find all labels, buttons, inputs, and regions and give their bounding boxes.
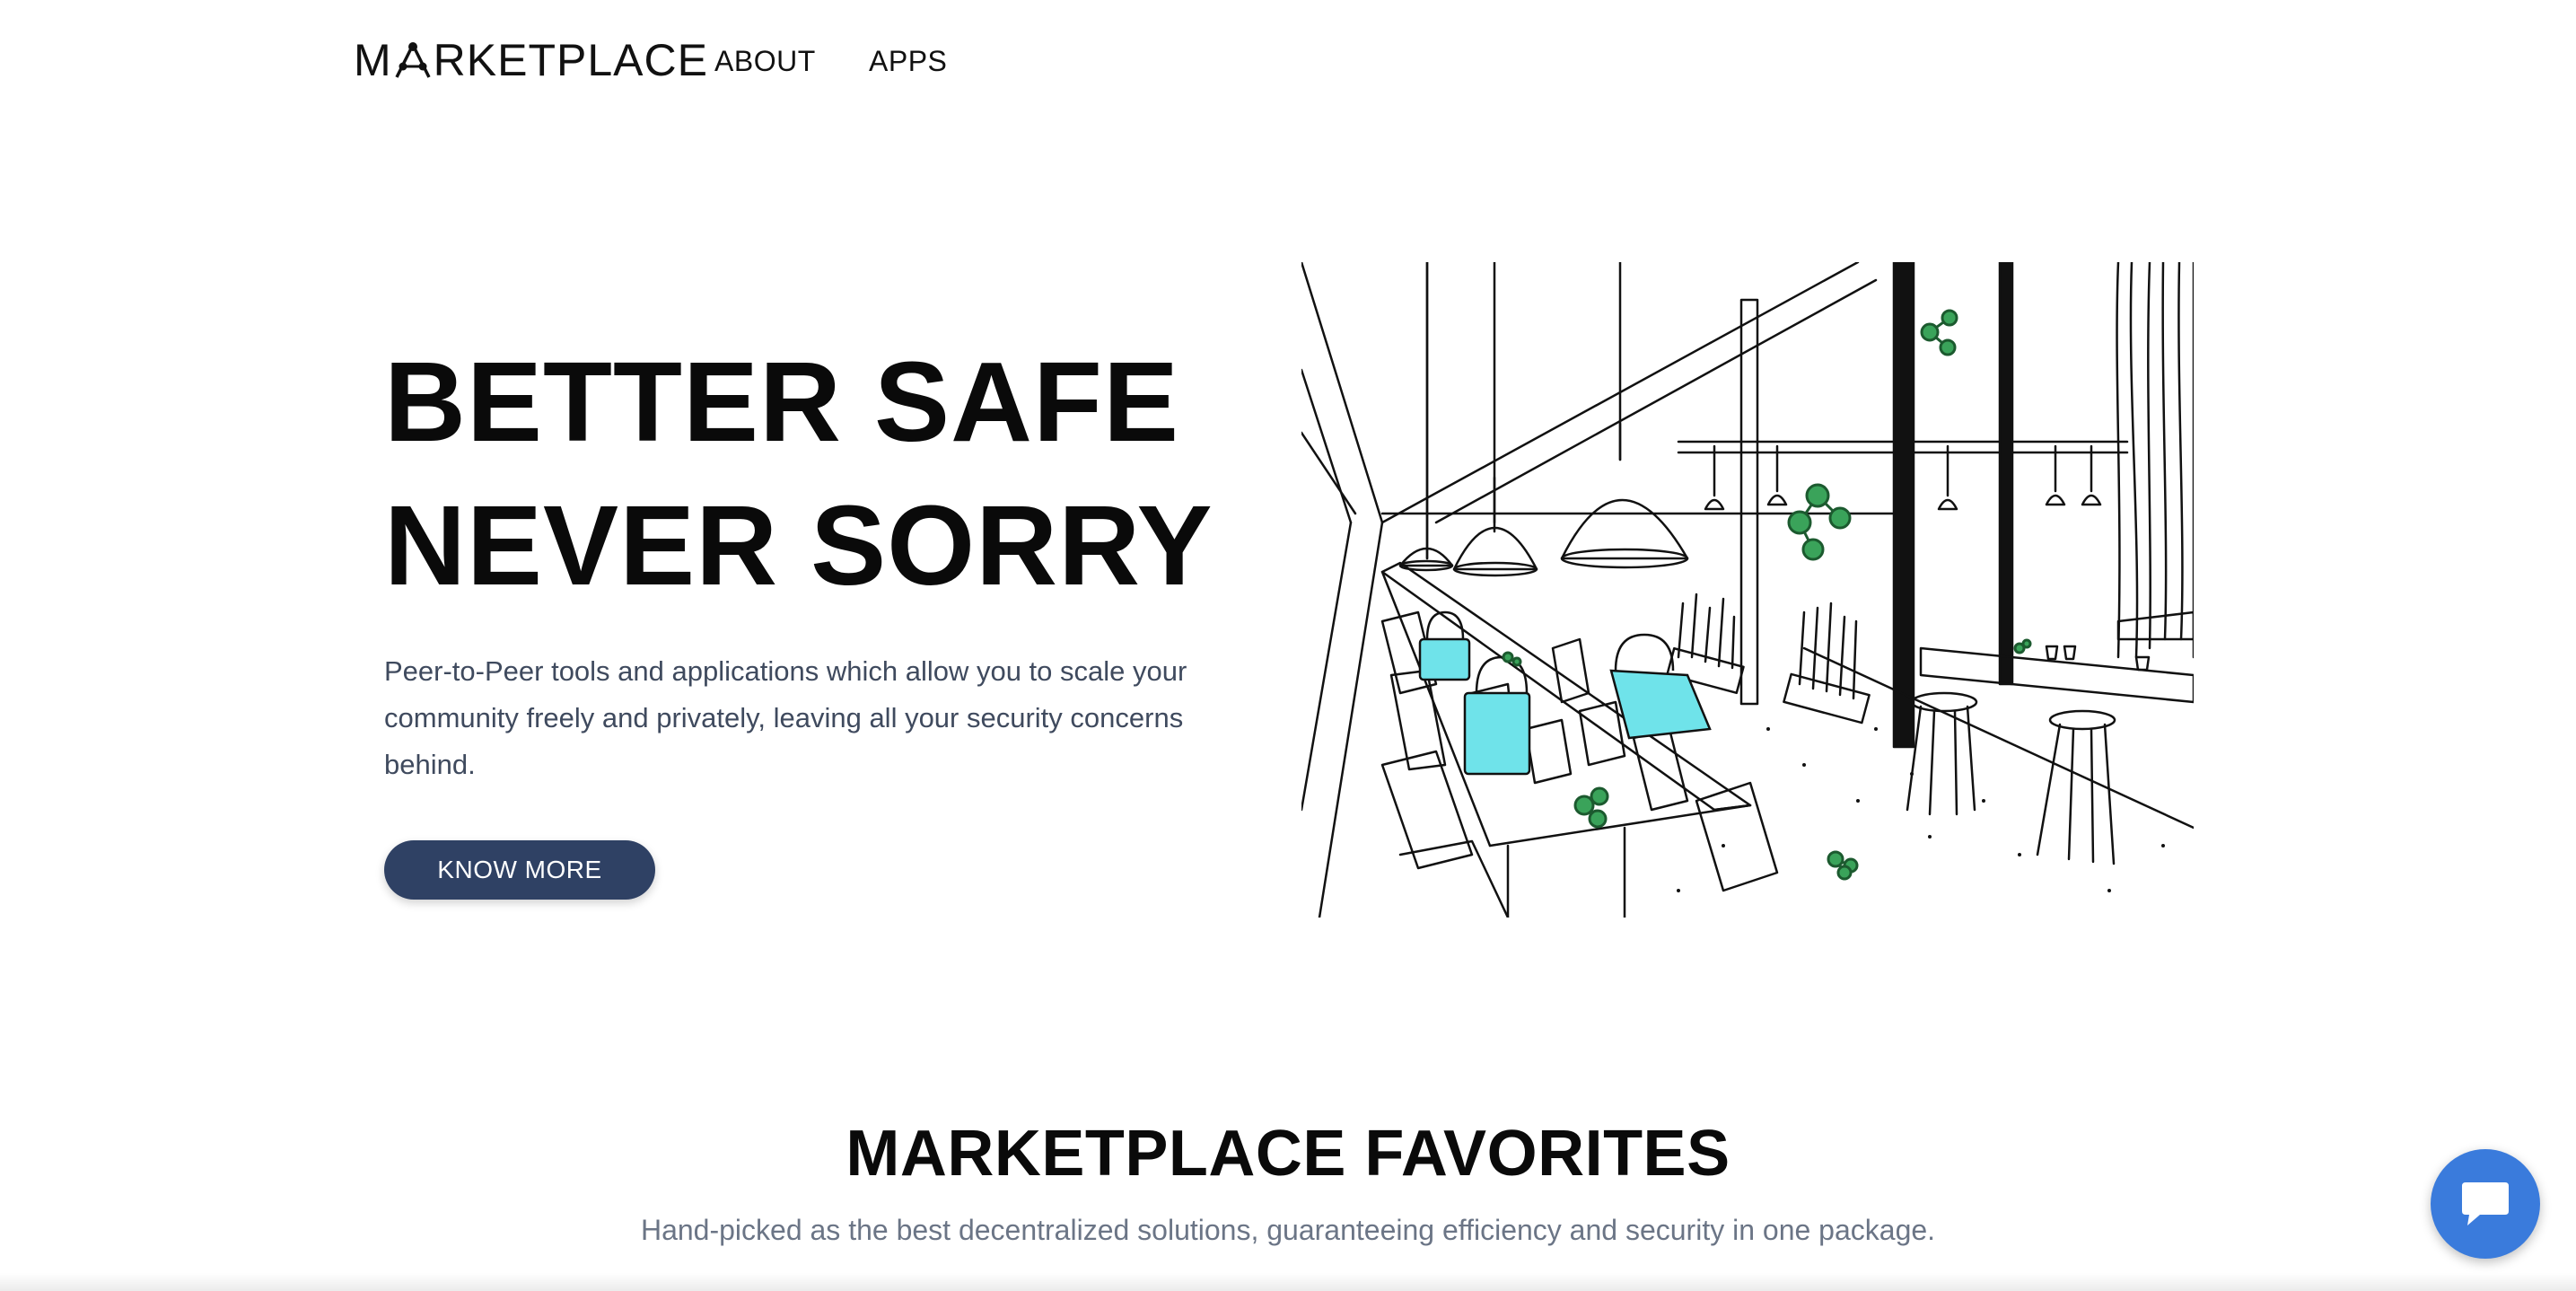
marketplace-logo[interactable]: M RKETPLACE [354,36,708,84]
section-divider-shadow [0,1273,2576,1291]
hero-title-line-1: BETTER SAFE [384,338,1180,465]
logo-text-end: RKETPLACE [433,35,708,85]
logo-wordmark: M RKETPLACE [354,38,708,83]
hero-title: BETTER SAFE NEVER SORRY [384,330,1214,618]
office-illustration [1301,262,2194,918]
hero-description: Peer-to-Peer tools and applications whic… [384,655,1187,780]
network-a-icon [395,42,431,78]
nav-link-about[interactable]: ABOUT [714,45,816,78]
logo-text-start: M [354,35,392,85]
chat-bubble-icon [2462,1182,2509,1225]
nav-link-apps[interactable]: APPS [869,45,947,78]
favorites-title: MARKETPLACE FAVORITES [846,1118,1730,1190]
know-more-button[interactable]: KNOW MORE [384,840,655,900]
hero-title-line-2: NEVER SORRY [384,482,1214,609]
chat-widget-button[interactable] [2431,1149,2540,1259]
favorites-subtitle: Hand-picked as the best decentralized so… [640,1214,1936,1246]
top-navbar: M RKETPLACE ABOUT APPS [0,0,2576,126]
